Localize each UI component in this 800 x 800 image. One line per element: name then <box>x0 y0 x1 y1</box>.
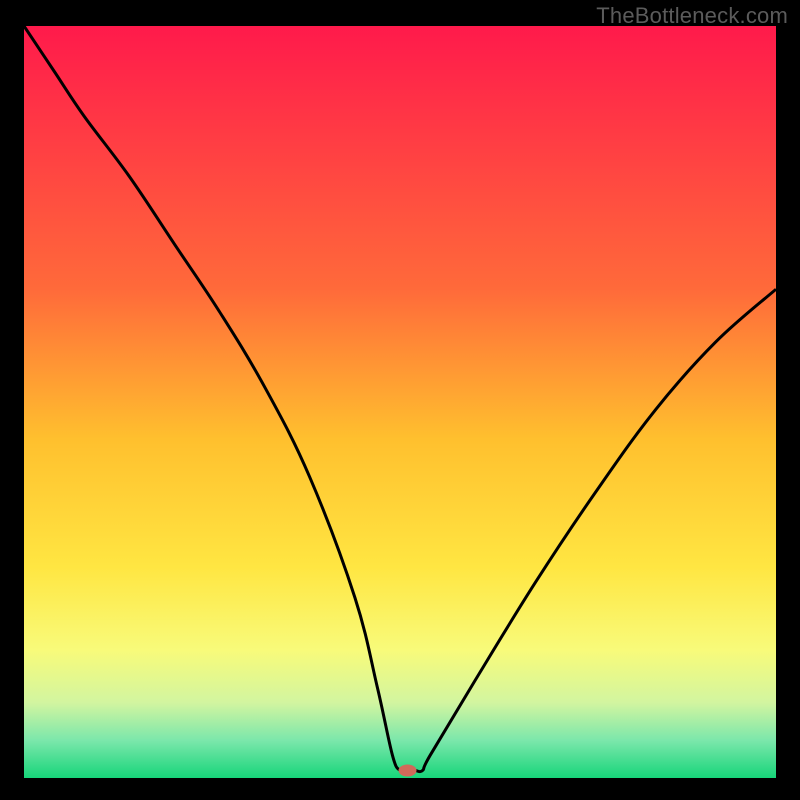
chart-svg <box>24 26 776 778</box>
optimal-point-marker <box>399 764 417 776</box>
chart-frame: TheBottleneck.com <box>0 0 800 800</box>
plot-area <box>24 26 776 778</box>
watermark-text: TheBottleneck.com <box>596 3 788 29</box>
